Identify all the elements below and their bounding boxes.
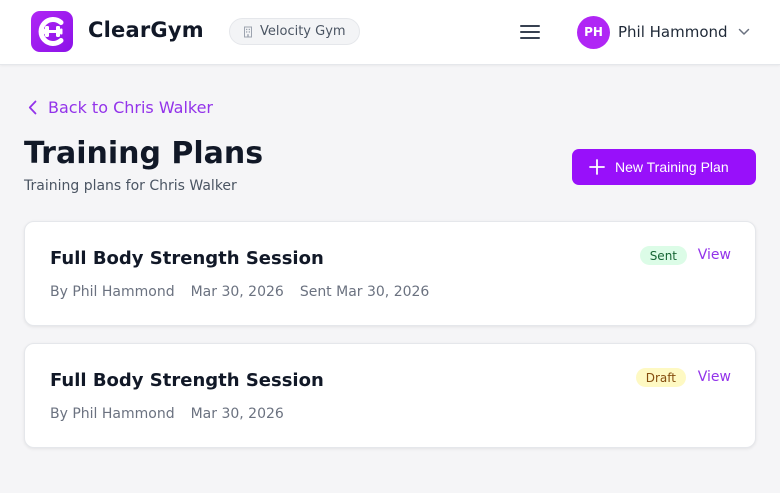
training-plan-card[interactable]: Full Body Strength Session By Phil Hammo… [24, 221, 756, 326]
plan-meta: By Phil Hammond Mar 30, 2026 [50, 406, 284, 422]
chevron-down-icon [738, 28, 749, 35]
plan-author: By Phil Hammond [50, 284, 175, 300]
building-icon [244, 26, 252, 37]
plan-title: Full Body Strength Session [50, 370, 324, 391]
hamburger-menu-icon [520, 25, 540, 39]
plan-sent-date: Sent Mar 30, 2026 [299, 284, 430, 300]
view-plan-link[interactable]: View [698, 247, 731, 263]
plan-date: Mar 30, 2026 [190, 284, 284, 300]
plan-author: By Phil Hammond [50, 406, 175, 422]
user-name: Phil Hammond [618, 23, 728, 41]
gym-name: Velocity Gym [260, 24, 346, 39]
top-header: ClearGym Velocity Gym PH Phil Hammond [0, 0, 780, 65]
avatar: PH [577, 15, 610, 49]
user-menu-button[interactable]: PH Phil Hammond [577, 15, 750, 49]
plan-title: Full Body Strength Session [50, 248, 324, 269]
plan-meta: By Phil Hammond Mar 30, 2026 Sent Mar 30… [50, 284, 429, 300]
brand-name: ClearGym [88, 18, 204, 42]
page-subtitle: Training plans for Chris Walker [24, 178, 237, 194]
new-training-plan-button[interactable]: New Training Plan [572, 149, 756, 185]
status-badge: Draft [635, 368, 686, 387]
dumbbell-logo-icon [38, 17, 64, 46]
back-link-label: Back to Chris Walker [48, 98, 213, 117]
gym-selector[interactable]: Velocity Gym [229, 18, 360, 45]
page-title: Training Plans [24, 136, 264, 171]
back-link[interactable]: Back to Chris Walker [28, 98, 213, 117]
hamburger-menu-button[interactable] [518, 22, 542, 42]
app-logo[interactable] [31, 11, 73, 52]
plus-icon [589, 159, 605, 175]
view-plan-link[interactable]: View [698, 369, 731, 385]
plan-date: Mar 30, 2026 [190, 406, 284, 422]
status-badge: Sent [639, 246, 687, 265]
training-plan-card[interactable]: Full Body Strength Session By Phil Hammo… [24, 343, 756, 448]
chevron-left-icon [28, 100, 37, 115]
new-training-plan-label: New Training Plan [615, 159, 729, 175]
